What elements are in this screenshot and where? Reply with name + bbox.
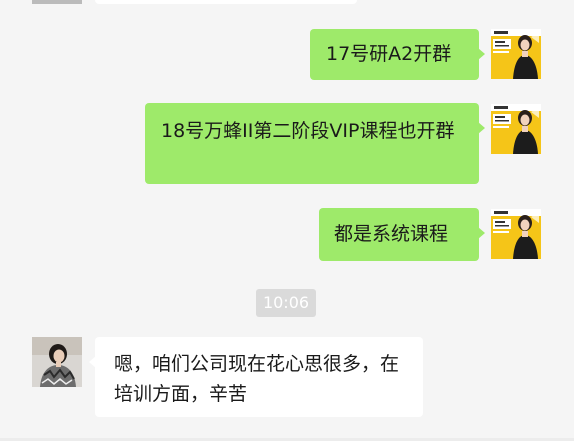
message-bubble-outgoing[interactable]: 18号万蜂II第二阶段VIP课程也开群: [145, 103, 485, 184]
message-bubble-outgoing[interactable]: 17号研A2开群: [310, 29, 485, 80]
woman-photo-avatar-icon[interactable]: [32, 337, 82, 387]
woman-poster-avatar-icon[interactable]: [491, 29, 541, 79]
message-text: 嗯，咱们公司现在花心思很多，在培训方面，辛苦: [114, 353, 400, 405]
previous-message-bubble[interactable]: [95, 0, 357, 4]
message-bubble-incoming[interactable]: 嗯，咱们公司现在花心思很多，在培训方面，辛苦: [89, 337, 423, 417]
message-text: 都是系统课程: [334, 223, 449, 245]
message-timestamp: 10:06: [256, 289, 316, 317]
message-text: 18号万蜂II第二阶段VIP课程也开群: [161, 120, 455, 142]
woman-poster-avatar-icon[interactable]: [491, 209, 541, 259]
previous-sender-avatar[interactable]: [32, 0, 82, 4]
message-text: 17号研A2开群: [326, 43, 452, 65]
message-bubble-outgoing[interactable]: 都是系统课程: [319, 208, 485, 261]
woman-poster-avatar-icon[interactable]: [491, 104, 541, 154]
chat-message-list[interactable]: 17号研A2开群 18号万蜂II第二阶段VIP课程也开群 都是系统课程 10:0…: [0, 0, 574, 441]
